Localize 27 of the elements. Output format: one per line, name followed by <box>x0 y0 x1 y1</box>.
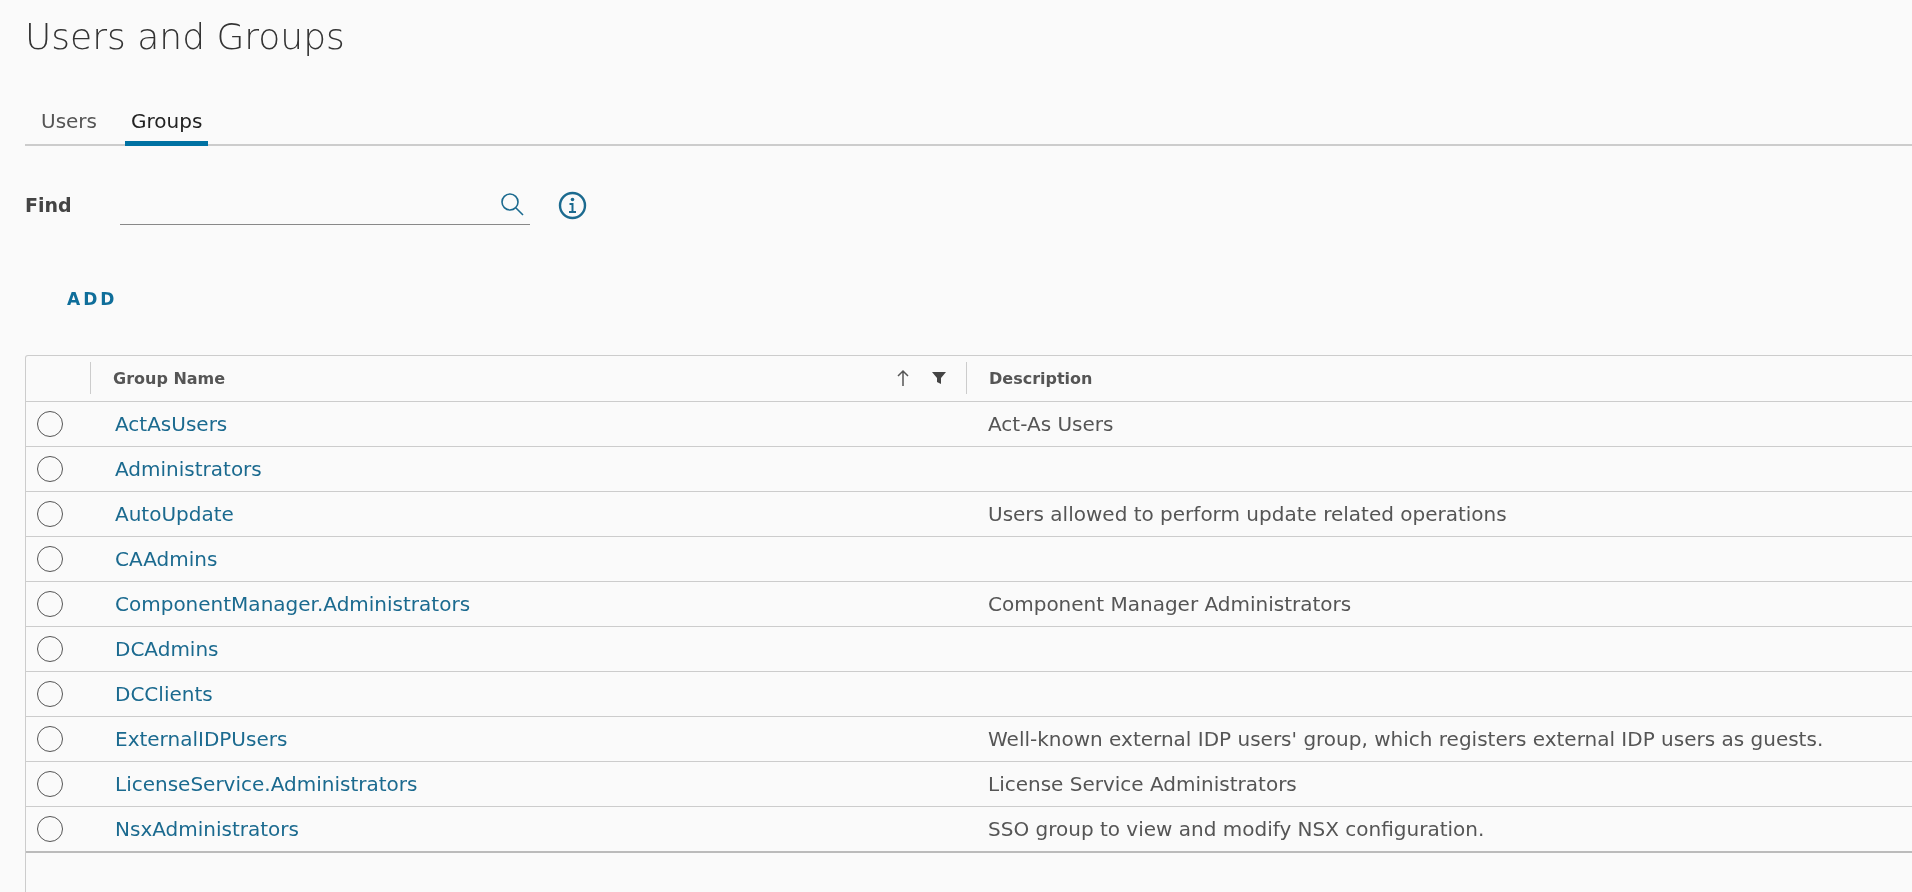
group-name-link[interactable]: DCClients <box>91 681 213 706</box>
table-cell-text: Component Manager Administrators <box>987 591 1352 616</box>
group-name-link[interactable]: DCAdmins <box>91 636 219 661</box>
group-name-link[interactable]: ActAsUsers <box>91 411 228 436</box>
table-cell-text: Users allowed to perform update related operations <box>987 501 1507 526</box>
group-name-link[interactable]: AutoUpdate <box>91 501 234 526</box>
table-cell-text: License Service Administrators <box>987 771 1297 796</box>
group-name-link[interactable]: Administrators <box>91 456 262 481</box>
add-button[interactable]: ADD <box>63 284 122 313</box>
column-header[interactable]: Description <box>989 368 1912 388</box>
sort-arrow-icon[interactable] <box>896 369 910 388</box>
group-name-link[interactable]: ExternalIDPUsers <box>91 726 288 751</box>
tab[interactable]: Groups <box>125 102 209 146</box>
page-title: Users and Groups <box>25 15 346 59</box>
find-label: Find <box>25 194 73 217</box>
column-header[interactable]: Group Name <box>113 368 896 388</box>
group-name-link[interactable]: NsxAdministrators <box>91 816 299 841</box>
group-name-link[interactable]: ComponentManager.Administrators <box>91 591 471 616</box>
search-icon[interactable] <box>500 191 526 218</box>
tab[interactable]: Users <box>35 102 103 146</box>
group-name-link[interactable]: CAAdmins <box>91 546 218 571</box>
info-icon[interactable] <box>558 190 587 220</box>
filter-icon[interactable] <box>932 371 946 386</box>
table-cell-text: SSO group to view and modify NSX configuration. <box>987 816 1485 841</box>
table-cell-text: Well-known external IDP users' group, which registers external IDP users as guests. <box>987 726 1824 751</box>
table-cell-text: Act-As Users <box>987 411 1114 436</box>
group-name-link[interactable]: LicenseService.Administrators <box>91 771 418 796</box>
